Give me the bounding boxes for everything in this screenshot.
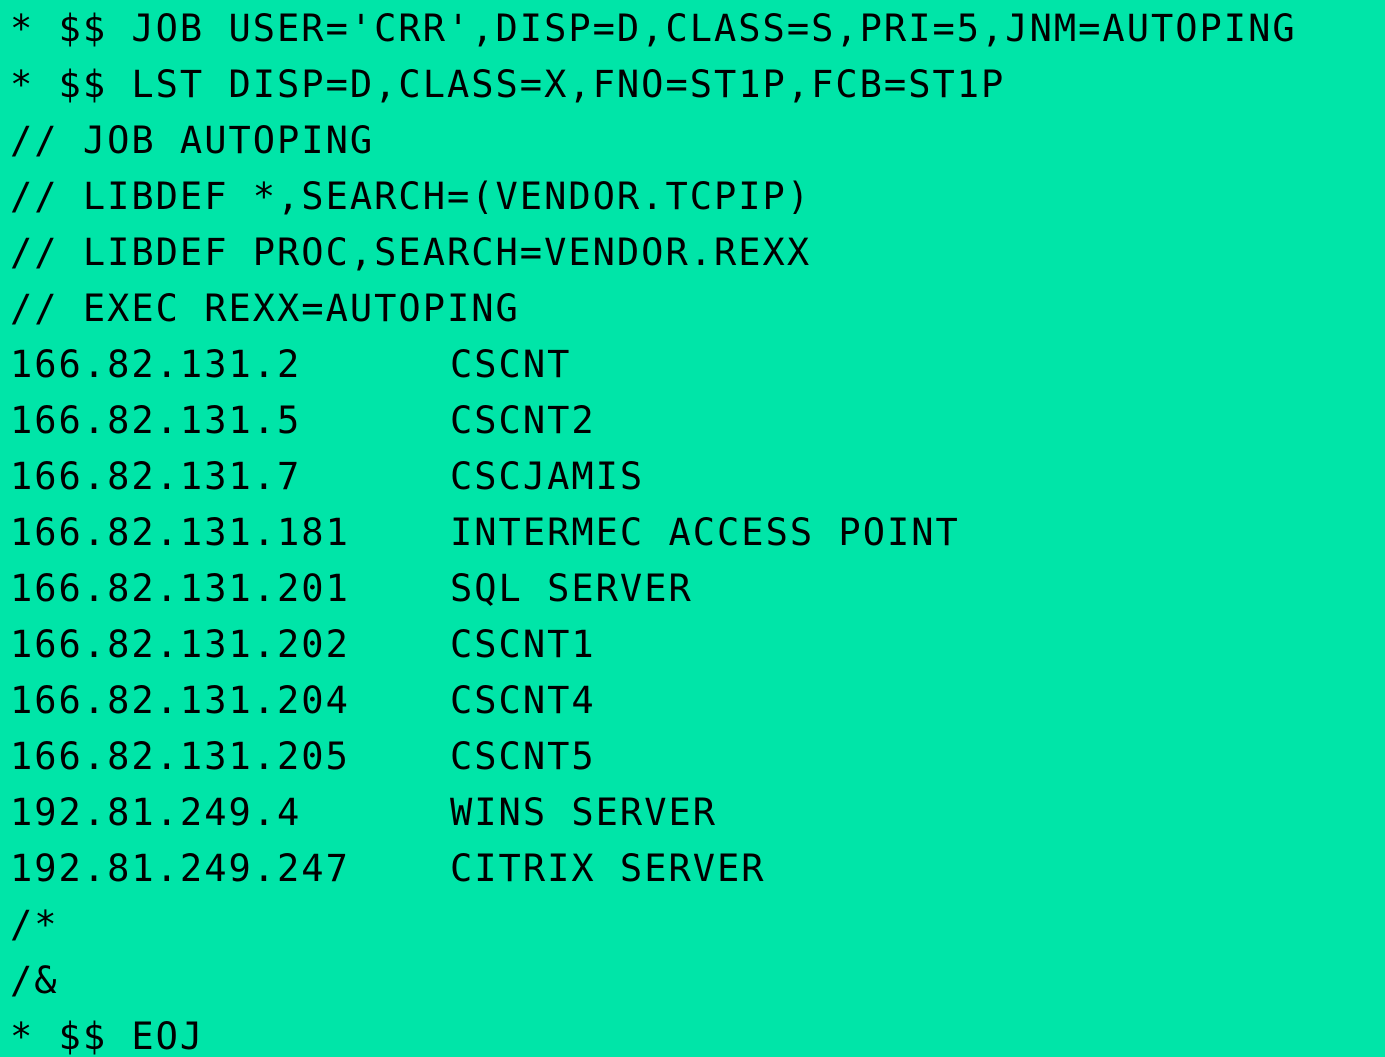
host-row: 166.82.131.204 CSCNT4 [10,673,596,729]
jcl-end-of-job-step: /& [10,959,59,1002]
host-row: 192.81.249.4 WINS SERVER [10,785,717,841]
host-name: CSCNT5 [450,735,596,778]
host-ip: 192.81.249.4 [10,791,302,834]
jcl-eoj-card: * $$ EOJ [10,1015,205,1057]
host-name: CITRIX SERVER [450,847,766,890]
jcl-libdef-proc: // LIBDEF PROC,SEARCH=VENDOR.REXX [10,231,812,274]
host-name: CSCNT4 [450,679,596,722]
host-ip: 166.82.131.181 [10,511,350,554]
terminal-screen: * $$ JOB USER='CRR',DISP=D,CLASS=S,PRI=5… [0,0,1385,1057]
host-row: 166.82.131.201 SQL SERVER [10,561,693,617]
host-ip: 166.82.131.204 [10,679,350,722]
host-name: INTERMEC ACCESS POINT [450,511,960,554]
host-name: CSCNT2 [450,399,596,442]
host-ip: 166.82.131.202 [10,623,350,666]
host-row: 166.82.131.202 CSCNT1 [10,617,596,673]
host-name: SQL SERVER [450,567,693,610]
jcl-job-card: * $$ JOB USER='CRR',DISP=D,CLASS=S,PRI=5… [10,7,1297,50]
host-ip: 166.82.131.2 [10,343,302,386]
host-ip: 166.82.131.7 [10,455,302,498]
host-ip: 166.82.131.201 [10,567,350,610]
host-row: 166.82.131.7 CSCJAMIS [10,449,644,505]
host-ip: 166.82.131.5 [10,399,302,442]
host-name: CSCNT [450,343,572,386]
host-row: 192.81.249.247 CITRIX SERVER [10,841,766,897]
host-row: 166.82.131.2 CSCNT [10,337,571,393]
host-name: CSCJAMIS [450,455,645,498]
jcl-exec-statement: // EXEC REXX=AUTOPING [10,287,520,330]
host-row: 166.82.131.181 INTERMEC ACCESS POINT [10,505,960,561]
host-ip: 166.82.131.205 [10,735,350,778]
jcl-end-of-data: /* [10,903,59,946]
host-row: 166.82.131.5 CSCNT2 [10,393,596,449]
jcl-list-card: * $$ LST DISP=D,CLASS=X,FNO=ST1P,FCB=ST1… [10,63,1006,106]
jcl-job-statement: // JOB AUTOPING [10,119,375,162]
host-ip: 192.81.249.247 [10,847,350,890]
host-name: CSCNT1 [450,623,596,666]
host-row: 166.82.131.205 CSCNT5 [10,729,596,785]
jcl-libdef-search: // LIBDEF *,SEARCH=(VENDOR.TCPIP) [10,175,812,218]
host-name: WINS SERVER [450,791,718,834]
